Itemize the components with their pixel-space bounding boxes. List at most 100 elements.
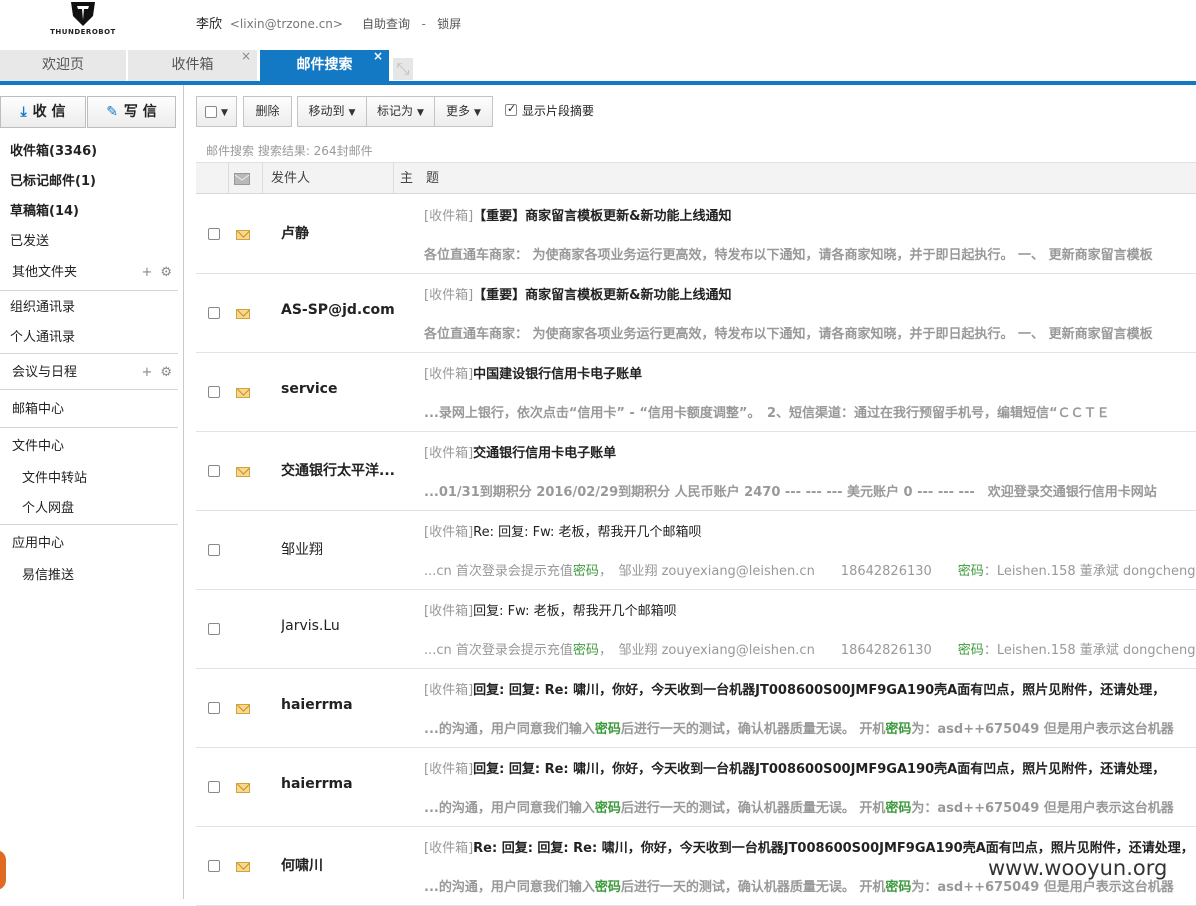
sidebar-item-drafts[interactable]: 草稿箱(14) [0,197,178,227]
subject-line[interactable]: [收件箱]中国建设银行信用卡电子账单 [424,363,1196,382]
keyword-highlight: 密码 [885,722,912,737]
table-row[interactable]: Jarvis.Lu [收件箱]回复: Fw: 老板，帮我开几个邮箱呗 ...cn 首… [196,590,1196,669]
snippet-part: ...cn 首次登录会提示充值 [424,564,573,579]
snippet-part: 后进行一天的测试，确认机器质量无误。 开机 [620,722,886,737]
edit-icon: ✎ [106,104,118,120]
envelope-column-icon[interactable] [234,163,250,194]
subject-text: 回复: 回复: Re: 啸川，你好，今天收到一台机器JT008600S00JMF… [473,683,1166,698]
subject-line[interactable]: [收件箱]回复: 回复: Re: 啸川，你好，今天收到一台机器JT008600S… [424,679,1196,698]
table-row[interactable]: 交通银行太平洋... [收件箱]交通银行信用卡电子账单 ...01/31到期积分 2… [196,432,1196,511]
sidebar-item-inbox[interactable]: 收件箱(3346) [0,137,178,167]
sidebar-item-personal-disk[interactable]: 个人网盘 [0,494,178,524]
snippet-part: ...的沟通，用户同意我们输入 [424,880,595,895]
move-to-dropdown[interactable]: 移动到 ▼ [297,96,367,127]
show-snippet-toggle[interactable]: 显示片段摘要 [505,102,594,119]
table-row[interactable]: service [收件箱]中国建设银行信用卡电子账单 ...录网上银行，依次点击“信… [196,353,1196,432]
sidebar-item-personal-contacts[interactable]: 个人通讯录 [0,323,178,353]
show-snippet-label: 显示片段摘要 [522,104,595,118]
sidebar-item-file-transfer[interactable]: 文件中转站 [0,464,178,494]
sidebar-item-flagged[interactable]: 已标记邮件(1) [0,167,178,197]
subject-line[interactable]: [收件箱]【重要】商家留言模板更新&新功能上线通知 [424,205,1196,224]
row-checkbox[interactable] [208,702,220,714]
sender-name: haierrma [281,776,353,792]
tab-welcome[interactable]: 欢迎页 [0,50,127,81]
select-all-dropdown[interactable]: ▼ [196,96,237,127]
close-all-tabs-icon[interactable]: ⤡ [393,58,413,80]
table-row[interactable]: haierrma [收件箱]回复: 回复: Re: 啸川，你好，今天收到一台机器J… [196,669,1196,748]
user-name: 李欣 [196,17,223,32]
add-calendar-icon[interactable]: + [141,365,152,380]
user-email: <lixin@trzone.cn> [229,17,343,31]
gear-icon[interactable]: ⚙ [160,365,172,380]
keyword-highlight: 密码 [957,643,984,658]
unread-envelope-icon [236,309,250,319]
subject-line[interactable]: [收件箱]Re: 回复: Fw: 老板，帮我开几个邮箱呗 [424,521,1196,540]
sidebar-item-mailbox-center[interactable]: 邮箱中心 [0,395,178,425]
divider [0,524,178,525]
snippet-part: 为：asd++675049 但是用户表示这台机器 [911,880,1174,895]
row-checkbox[interactable] [208,781,220,793]
delete-button[interactable]: 删除 [243,96,292,127]
sidebar-item-calendar[interactable]: 会议与日程 + ⚙ [0,358,178,388]
sidebar-item-sent[interactable]: 已发送 [0,227,178,257]
show-snippet-checkbox[interactable] [505,102,517,116]
subject-line[interactable]: [收件箱]交通银行信用卡电子账单 [424,442,1196,461]
header-separator: - [421,17,426,31]
column-subject[interactable]: 主 题 [400,163,439,194]
add-folder-icon[interactable]: + [141,265,152,280]
row-checkbox[interactable] [208,228,220,240]
mark-as-dropdown[interactable]: 标记为 ▼ [366,96,435,127]
snippet-part: 各位直通车商家： 为使商家各项业务运行更高效，特发布以下通知，请各商家知晓，并于… [424,248,1153,263]
snippet-text: ...录网上银行，依次点击“信用卡” - “信用卡额度调整”。 2、短信渠道：通… [424,402,1196,421]
sender-name: 何啸川 [281,858,323,874]
sidebar-item-other-folders[interactable]: 其他文件夹 + ⚙ [0,258,178,288]
select-all-checkbox[interactable] [205,105,218,118]
more-dropdown[interactable]: 更多 ▼ [434,96,493,127]
subject-line[interactable]: [收件箱]Re: 回复: 回复: Re: 啸川，你好，今天收到一台机器JT008… [424,837,1196,856]
search-result-info: 邮件搜索 搜索结果: 264封邮件 [206,144,373,158]
close-icon[interactable]: × [241,41,251,72]
compose-button[interactable]: ✎ 写 信 [87,96,176,128]
sender-name: service [281,381,338,397]
divider [0,290,178,291]
subject-line[interactable]: [收件箱]【重要】商家留言模板更新&新功能上线通知 [424,284,1196,303]
row-checkbox[interactable] [208,544,220,556]
receive-button[interactable]: ⤓ 收 信 [0,96,86,128]
tab-mail-search[interactable]: 邮件搜索 × [260,49,390,81]
mark-as-label: 标记为 [377,104,414,118]
sidebar-item-yixin-push[interactable]: 易信推送 [0,561,178,591]
user-info: 李欣 <lixin@trzone.cn> 自助查询 - 锁屏 [196,13,461,32]
self-service-link[interactable]: 自助查询 [362,17,410,31]
row-checkbox[interactable] [208,386,220,398]
subject-line[interactable]: [收件箱]回复: 回复: Re: 啸川，你好，今天收到一台机器JT008600S… [424,758,1196,777]
lock-screen-link[interactable]: 锁屏 [437,17,461,31]
table-row[interactable]: 卢静 [收件箱]【重要】商家留言模板更新&新功能上线通知 各位直通车商家： 为使商家… [196,195,1196,274]
receive-label: 收 信 [32,104,66,120]
keyword-highlight: 密码 [594,801,621,816]
snippet-part: 后进行一天的测试，确认机器质量无误。 开机 [620,801,886,816]
gear-icon[interactable]: ⚙ [160,265,172,280]
sender-name: 邹业翔 [281,542,323,558]
folder-tools: + ⚙ [133,258,172,288]
row-checkbox[interactable] [208,465,220,477]
table-row[interactable]: 邹业翔 [收件箱]Re: 回复: Fw: 老板，帮我开几个邮箱呗 ...cn 首次登… [196,511,1196,590]
thunderobot-logo[interactable]: THUNDEROBOT [48,0,118,40]
column-sender[interactable]: 发件人 [271,163,310,194]
sidebar-item-file-center[interactable]: 文件中心 [0,432,178,462]
logo-text: THUNDEROBOT [50,28,116,36]
subject-text: 中国建设银行信用卡电子账单 [473,367,643,382]
sidebar-item-org-contacts[interactable]: 组织通讯录 [0,293,178,323]
snippet-text: ...cn 首次登录会提示充值密码， 邹业翔 zouyexiang@leishe… [424,639,1196,658]
row-checkbox[interactable] [208,860,220,872]
tab-inbox[interactable]: 收件箱 × [128,49,258,81]
row-checkbox[interactable] [208,623,220,635]
subject-line[interactable]: [收件箱]回复: Fw: 老板，帮我开几个邮箱呗 [424,600,1196,619]
table-row[interactable]: haierrma [收件箱]回复: 回复: Re: 啸川，你好，今天收到一台机器J… [196,748,1196,827]
floating-widget[interactable] [0,850,6,890]
sidebar-item-app-center[interactable]: 应用中心 [0,529,178,559]
row-checkbox[interactable] [208,307,220,319]
chevron-down-icon: ▼ [221,108,228,118]
close-icon[interactable]: × [373,41,383,72]
table-row[interactable]: AS-SP@jd.com [收件箱]【重要】商家留言模板更新&新功能上线通知 各位直… [196,274,1196,353]
folder-tag: [收件箱] [424,446,474,461]
